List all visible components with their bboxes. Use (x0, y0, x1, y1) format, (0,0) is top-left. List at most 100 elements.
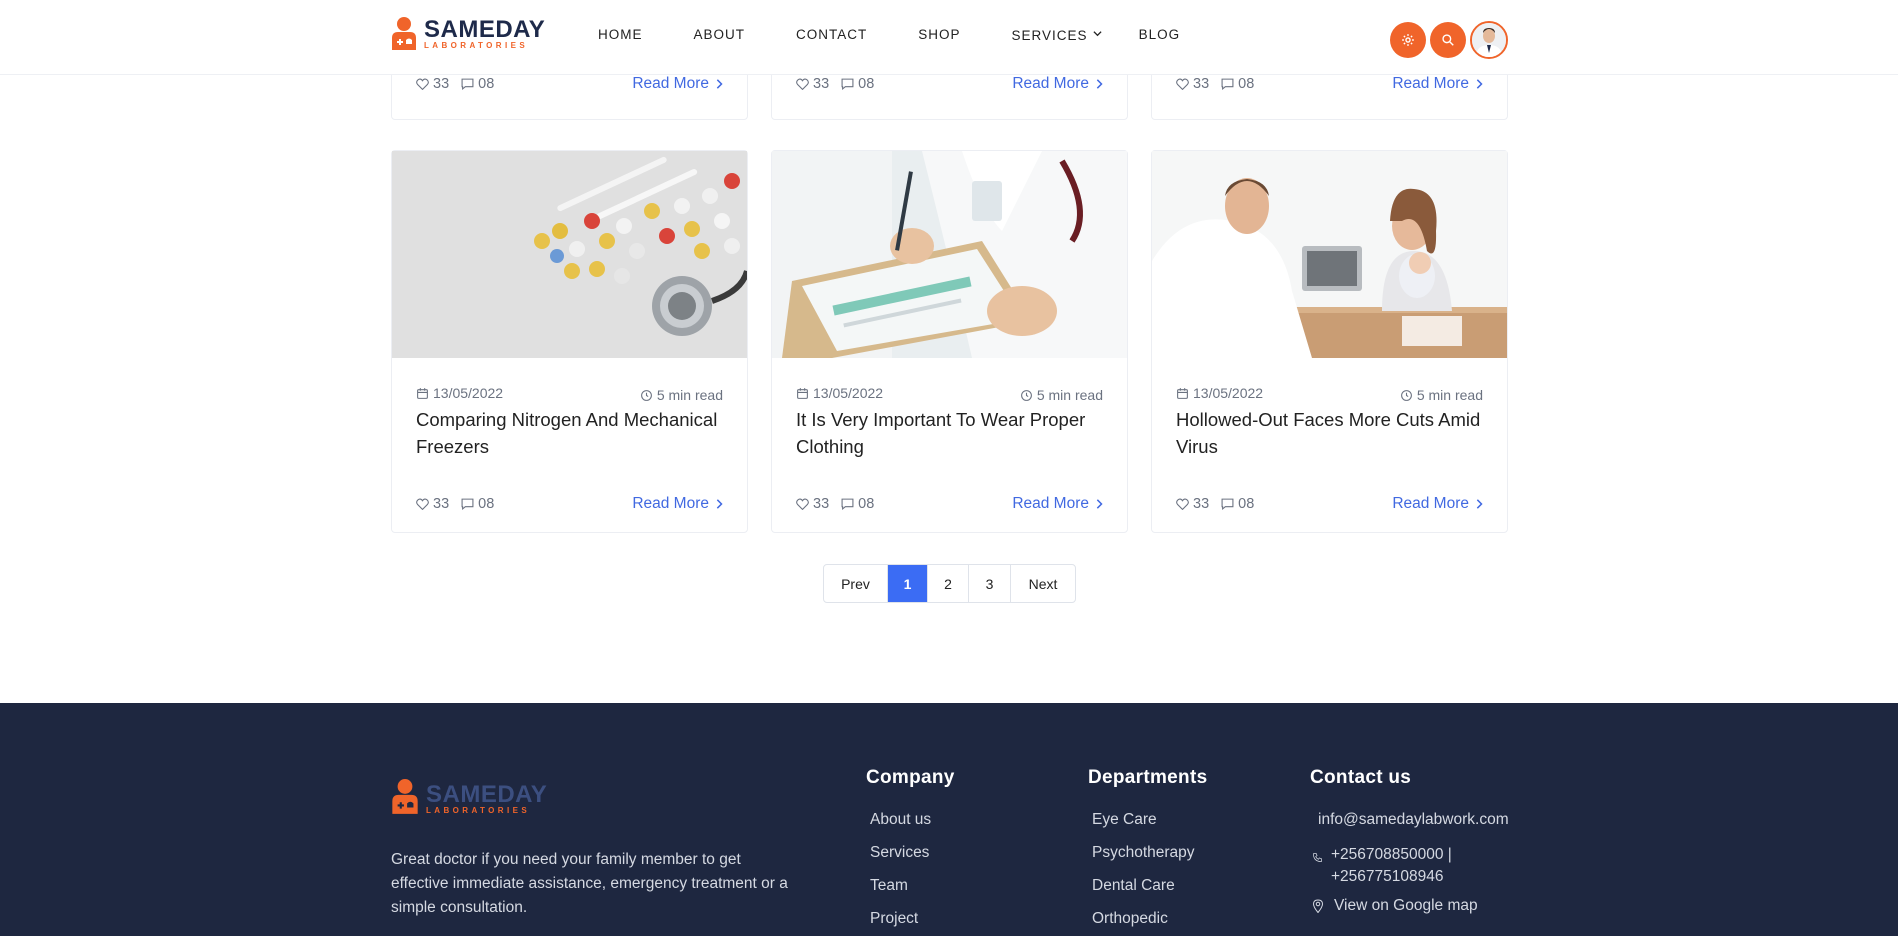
comment-icon[interactable] (461, 498, 474, 510)
footer-contact-column: Contact us info@samedaylabwork.com +2567… (1310, 767, 1509, 930)
card-read-time-value: 5 min read (656, 387, 723, 403)
card-footer: 33 08 Read More (416, 75, 723, 93)
footer-departments-column: Departments Eye Care Psychotherapy Denta… (1088, 767, 1207, 936)
read-more-link[interactable]: Read More (1392, 75, 1483, 93)
nav-contact[interactable]: CONTACT (796, 27, 867, 45)
comment-icon[interactable] (461, 78, 474, 90)
card-read-time-value: 5 min read (1416, 387, 1483, 403)
pagination-prev[interactable]: Prev (824, 565, 888, 602)
comment-icon[interactable] (841, 78, 854, 90)
pagination-page-1[interactable]: 1 (888, 565, 928, 602)
nav-services-dropdown[interactable]: SERVICES (1012, 27, 1102, 45)
footer-contact-heading: Contact us (1310, 767, 1412, 788)
nav-services[interactable]: SERVICES (1012, 28, 1088, 43)
heart-icon[interactable] (416, 78, 429, 90)
read-more-label: Read More (632, 75, 709, 92)
clock-icon (1400, 389, 1412, 401)
chevron-right-icon (1476, 79, 1483, 89)
read-more-link[interactable]: Read More (1012, 75, 1103, 93)
user-avatar[interactable] (1470, 21, 1508, 59)
logo-wordmark: SAMEDAY (424, 16, 546, 43)
card-title[interactable]: It Is Very Important To Wear Proper Clot… (796, 406, 1107, 460)
card-footer: 33 08 Read More (796, 75, 1103, 93)
nav-home[interactable]: HOME (598, 27, 643, 45)
read-more-link[interactable]: Read More (632, 495, 723, 513)
footer-link-psychotherapy[interactable]: Psychotherapy (1088, 844, 1207, 877)
card-date-value: 13/05/2022 (433, 385, 504, 401)
footer-link-about-us[interactable]: About us (866, 811, 955, 844)
card-footer: 33 08 Read More (796, 495, 1103, 513)
search-icon (1442, 34, 1454, 46)
blog-card: 13/05/2022 5 min read Hollowed-Out Faces… (1151, 150, 1508, 533)
card-image[interactable] (772, 151, 1127, 358)
heart-icon[interactable] (796, 498, 809, 510)
nav-blog[interactable]: BLOG (1139, 27, 1181, 45)
pagination-page-2[interactable]: 2 (928, 565, 969, 602)
comment-icon[interactable] (841, 498, 854, 510)
card-meta: 13/05/2022 5 min read (1176, 383, 1483, 403)
card-image[interactable] (1152, 151, 1507, 358)
comment-count: 08 (1238, 496, 1255, 512)
heart-icon[interactable] (796, 78, 809, 90)
map-pin-icon (1312, 899, 1324, 913)
chevron-right-icon (1096, 499, 1103, 509)
site-logo[interactable]: SAMEDAY LABORATORIES (390, 16, 550, 56)
read-more-link[interactable]: Read More (1012, 495, 1103, 513)
card-stats: 33 08 (796, 76, 874, 92)
heart-icon[interactable] (416, 498, 429, 510)
footer-email-text: info@samedaylabwork.com (1318, 811, 1509, 828)
footer-link-eye-care[interactable]: Eye Care (1088, 811, 1207, 844)
footer-map-text: View on Google map (1334, 897, 1478, 914)
heart-icon[interactable] (1176, 78, 1189, 90)
footer-phone[interactable]: +256708850000 | +256775108946 (1310, 844, 1509, 897)
card-date: 13/05/2022 (1176, 385, 1263, 401)
footer-link-services[interactable]: Services (866, 844, 955, 877)
like-count: 33 (813, 496, 830, 512)
footer-company-heading: Company (866, 767, 955, 788)
read-more-label: Read More (1012, 75, 1089, 92)
chevron-down-icon (1092, 29, 1102, 41)
card-read-time: 5 min read (1400, 387, 1483, 403)
doctor-clipboard-image (772, 151, 1127, 358)
clock-icon (640, 389, 652, 401)
footer-link-project[interactable]: Project (866, 910, 955, 936)
chevron-right-icon (1096, 79, 1103, 89)
footer-link-dental-care[interactable]: Dental Care (1088, 877, 1207, 910)
nav-shop[interactable]: SHOP (918, 27, 960, 45)
read-more-link[interactable]: Read More (632, 75, 723, 93)
like-count: 33 (813, 76, 830, 92)
card-title[interactable]: Hollowed-Out Faces More Cuts Amid Virus (1176, 406, 1487, 460)
comment-icon[interactable] (1221, 78, 1234, 90)
card-date: 13/05/2022 (416, 385, 503, 401)
comment-icon[interactable] (1221, 498, 1234, 510)
blog-card: 13/05/2022 5 min read Comparing Nitrogen… (391, 150, 748, 533)
card-stats: 33 08 (1176, 496, 1254, 512)
read-more-label: Read More (1392, 495, 1469, 512)
like-count: 33 (433, 76, 450, 92)
footer-phone-numbers: +256708850000 | +256775108946 (1331, 844, 1452, 888)
card-title[interactable]: Comparing Nitrogen And Mechanical Freeze… (416, 406, 727, 460)
pagination-page-3[interactable]: 3 (969, 565, 1011, 602)
footer-logo-wordmark: SAMEDAY (426, 781, 548, 808)
heart-icon[interactable] (1176, 498, 1189, 510)
comment-count: 08 (858, 76, 875, 92)
settings-button[interactable] (1390, 22, 1426, 58)
card-stats: 33 08 (1176, 76, 1254, 92)
footer-link-team[interactable]: Team (866, 877, 955, 910)
card-meta: 13/05/2022 5 min read (416, 383, 723, 403)
chevron-right-icon (716, 79, 723, 89)
nav-about[interactable]: ABOUT (694, 27, 746, 45)
calendar-icon (1177, 387, 1188, 399)
footer-link-orthopedic[interactable]: Orthopedic (1088, 910, 1207, 936)
comment-count: 08 (858, 496, 875, 512)
clock-icon (1020, 389, 1032, 401)
footer-email[interactable]: info@samedaylabwork.com (1310, 811, 1509, 844)
search-button[interactable] (1430, 22, 1466, 58)
card-footer: 33 08 Read More (1176, 75, 1483, 93)
footer-map-link[interactable]: View on Google map (1310, 897, 1509, 930)
read-more-link[interactable]: Read More (1392, 495, 1483, 513)
pagination-next[interactable]: Next (1011, 565, 1075, 602)
site-header: SAMEDAY LABORATORIES HOME ABOUT CONTACT … (0, 0, 1898, 75)
card-image[interactable] (392, 151, 747, 358)
doctor-mother-baby-image (1152, 151, 1507, 358)
